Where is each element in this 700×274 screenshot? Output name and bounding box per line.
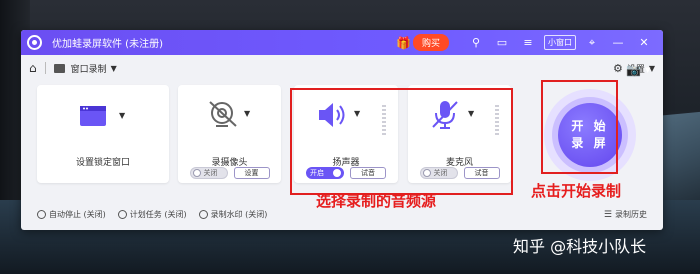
home-icon[interactable]: ⌂ [29,61,37,75]
pin-icon[interactable]: ⌖ [583,36,601,50]
window-select-card[interactable]: ▼ 设置锁定窗口 [37,85,169,183]
gift-icon[interactable]: 🎁 [396,36,411,50]
camera-controls: 关闭 设置 [178,167,281,179]
start-highlight-box [541,80,618,174]
chevron-down-icon[interactable]: ▼ [645,66,650,74]
window-mode-icon [53,63,65,73]
key-icon[interactable]: ⚲ [467,36,485,49]
close-icon[interactable]: ✕ [635,36,653,49]
auto-stop-option[interactable]: 自动停止 (关闭) [37,209,106,220]
watermark-option[interactable]: 录制水印 (关闭) [198,209,267,220]
clock-icon [37,210,46,219]
buy-button[interactable]: 购买 [412,34,449,51]
camera-toggle[interactable]: 关闭 [189,167,228,179]
audio-highlight-box [290,88,513,195]
camera-settings-button[interactable]: 设置 [233,167,270,179]
window-icon [80,106,106,126]
watermark-icon [198,210,208,219]
gear-icon[interactable]: ⚙ [613,62,623,75]
chevron-down-icon[interactable]: ▼ [244,109,250,118]
schedule-option[interactable]: 计划任务 (关闭) [117,209,187,220]
title-bar: 优加蛙录屏软件 (未注册) 🎁 购买 ⚲ ▭ ≡ 小窗口 ⌖ — ✕ [21,30,663,55]
app-logo-icon [27,35,42,50]
click-start-annotation: 点击开始录制 [531,182,622,200]
watermark-text: 知乎 @科技小队长 [513,237,647,256]
audio-source-annotation: 选择录制的音频源 [316,192,437,210]
mini-window-button[interactable]: 小窗口 [544,35,576,50]
chevron-down-icon[interactable]: ▼ [119,111,125,120]
window-select-label: 设置锁定窗口 [75,158,130,168]
minimize-icon[interactable]: — [609,36,627,49]
chevron-down-icon[interactable]: ▼ [111,64,117,73]
app-title: 优加蛙录屏软件 (未注册) [52,39,163,50]
message-icon[interactable]: ▭ [493,36,511,49]
camera-card: ▼ 录摄像头 关闭 设置 [178,85,281,183]
alarm-icon [117,210,127,219]
menu-icon[interactable]: ≡ [519,36,537,49]
toolbar-divider [44,62,46,74]
recording-mode-select[interactable]: 窗口录制 [71,62,107,75]
camera-icon [209,101,237,127]
